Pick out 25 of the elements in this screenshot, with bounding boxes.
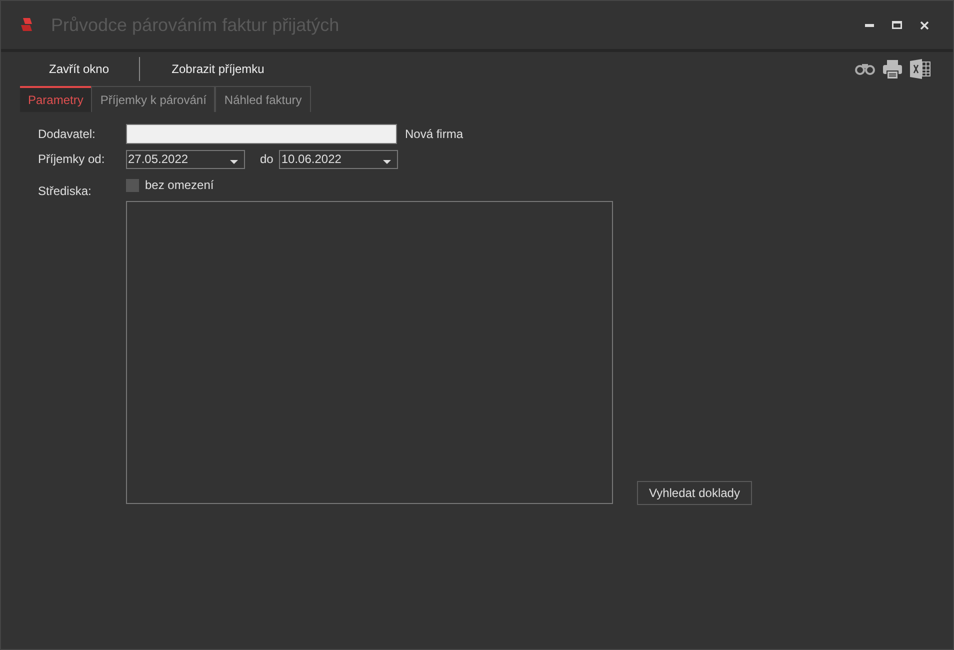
field-label: Střediska: [38, 183, 92, 200]
new-company-link[interactable]: Nová firma [405, 125, 464, 143]
date-from-field[interactable]: 27.05.2022 [126, 150, 245, 168]
maximize-icon[interactable] [892, 21, 902, 29]
spreadsheet-icon[interactable] [910, 59, 931, 79]
toolbar-button[interactable]: Zobrazit příjemku [158, 55, 278, 83]
field-label: Dodavatel: [38, 126, 96, 143]
checkbox[interactable] [126, 178, 139, 192]
supplier-field[interactable] [126, 124, 397, 144]
caret-icon [230, 160, 238, 164]
field-label: Příjemky od: [38, 151, 106, 168]
toolbar-button[interactable]: Zavřít okno [19, 55, 139, 83]
tab[interactable]: Příjemky k párování [91, 86, 216, 112]
close-icon[interactable] [920, 20, 929, 30]
checkbox-label: bez omezení [145, 177, 214, 194]
caret-icon [383, 160, 392, 164]
search-button[interactable]: Vyhledat doklady [637, 481, 752, 505]
minimize-icon[interactable] [865, 24, 874, 26]
binoculars-icon[interactable] [855, 63, 875, 75]
tab[interactable]: Náhled faktury [215, 86, 311, 112]
field-label: do [260, 151, 274, 168]
tab[interactable]: Parametry [20, 86, 92, 112]
printer-icon[interactable] [883, 60, 902, 78]
date-to-field[interactable]: 10.06.2022 [279, 150, 398, 168]
app-logo-icon [19, 17, 35, 33]
